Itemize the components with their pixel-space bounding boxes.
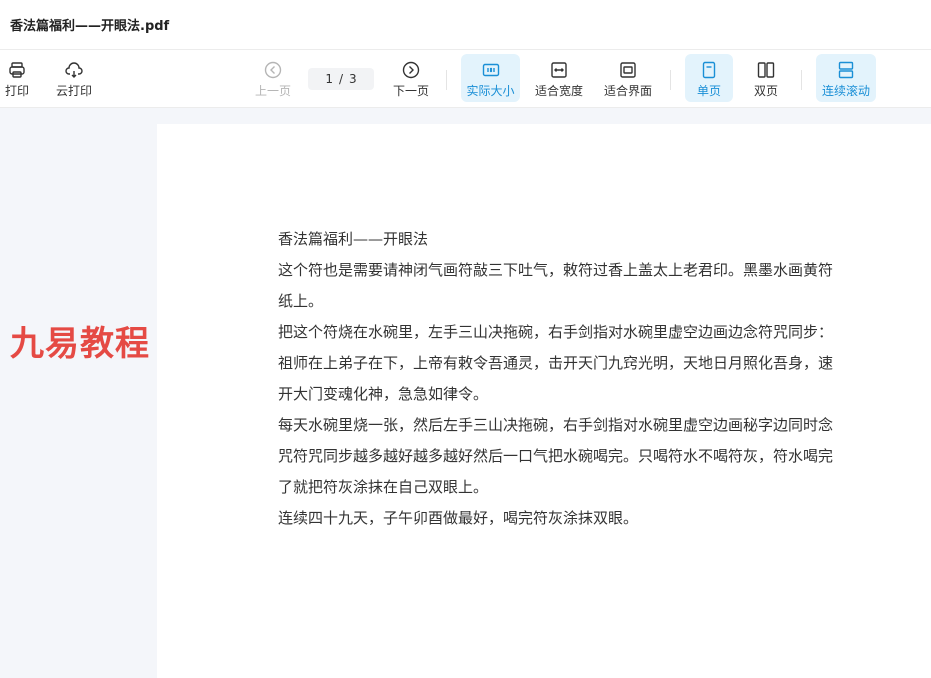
double-page-icon — [756, 60, 776, 80]
title-bar: 香法篇福利——开眼法.pdf — [0, 0, 931, 50]
doc-paragraph: 连续四十九天，子午卯酉做最好，喝完符灰涂抹双眼。 — [278, 509, 639, 527]
next-page-label: 下一页 — [392, 84, 429, 98]
left-margin — [0, 108, 157, 678]
fit-screen-label: 适合界面 — [603, 84, 652, 98]
prev-page-label: 上一页 — [254, 84, 291, 98]
fit-width-button[interactable]: 适合宽度 — [531, 54, 587, 102]
printer-icon — [7, 60, 27, 80]
continuous-scroll-button[interactable]: 连续滚动 — [816, 54, 876, 102]
single-page-icon — [699, 60, 719, 80]
toolbar-divider — [670, 70, 671, 90]
actual-size-label: 实际大小 — [466, 84, 515, 98]
print-label: 打印 — [4, 84, 29, 98]
continuous-scroll-icon — [836, 60, 856, 80]
next-page-button[interactable]: 下一页 — [390, 54, 432, 102]
double-page-label: 双页 — [753, 84, 778, 98]
cloud-print-label: 云打印 — [55, 84, 92, 98]
doc-paragraph: 这个符也是需要请神闭气画符敲三下吐气，敕符过香上盖太上老君印。黑墨水画黄符纸上。 — [278, 261, 834, 310]
page-separator: / — [338, 72, 344, 86]
circle-left-arrow-icon — [263, 60, 283, 80]
circle-right-arrow-icon — [401, 60, 421, 80]
pdf-page: 香法篇福利——开眼法 这个符也是需要请神闭气画符敲三下吐气，敕符过香上盖太上老君… — [157, 124, 931, 678]
actual-size-button[interactable]: 实际大小 — [461, 54, 520, 102]
cloud-print-button[interactable]: 云打印 — [52, 54, 96, 102]
total-pages: 3 — [349, 72, 357, 86]
single-page-label: 单页 — [696, 84, 721, 98]
doc-paragraph: 把这个符烧在水碗里，左手三山决拖碗，右手剑指对水碗里虚空边画边念符咒同步：祖师在… — [278, 323, 834, 403]
toolbar-divider — [801, 70, 802, 90]
print-button[interactable]: 打印 — [0, 54, 34, 102]
toolbar-divider — [446, 70, 447, 90]
one-to-one-icon — [481, 60, 501, 80]
double-page-button[interactable]: 双页 — [744, 54, 788, 102]
cloud-icon — [64, 60, 84, 80]
fit-screen-icon — [618, 60, 638, 80]
fit-width-label: 适合宽度 — [534, 84, 583, 98]
doc-heading: 香法篇福利——开眼法 — [278, 230, 429, 248]
prev-page-button[interactable]: 上一页 — [253, 54, 293, 102]
fit-screen-button[interactable]: 适合界面 — [600, 54, 656, 102]
single-page-button[interactable]: 单页 — [685, 54, 733, 102]
doc-paragraph: 每天水碗里烧一张，然后左手三山决拖碗，右手剑指对水碗里虚空边画秘字边同时念咒符咒… — [278, 416, 834, 496]
window-title: 香法篇福利——开眼法.pdf — [10, 19, 170, 34]
current-page: 1 — [325, 72, 333, 86]
page-indicator[interactable]: 1 / 3 — [308, 68, 374, 90]
fit-width-icon — [549, 60, 569, 80]
toolbar: 打印 云打印 上一页 1 / 3 下一页 实际大小 适合宽度 适合界面 单页 双… — [0, 50, 931, 108]
continuous-scroll-label: 连续滚动 — [821, 84, 870, 98]
document-body: 香法篇福利——开眼法 这个符也是需要请神闭气画符敲三下吐气，敕符过香上盖太上老君… — [278, 224, 838, 534]
watermark-logo: 九易教程 — [10, 324, 150, 364]
